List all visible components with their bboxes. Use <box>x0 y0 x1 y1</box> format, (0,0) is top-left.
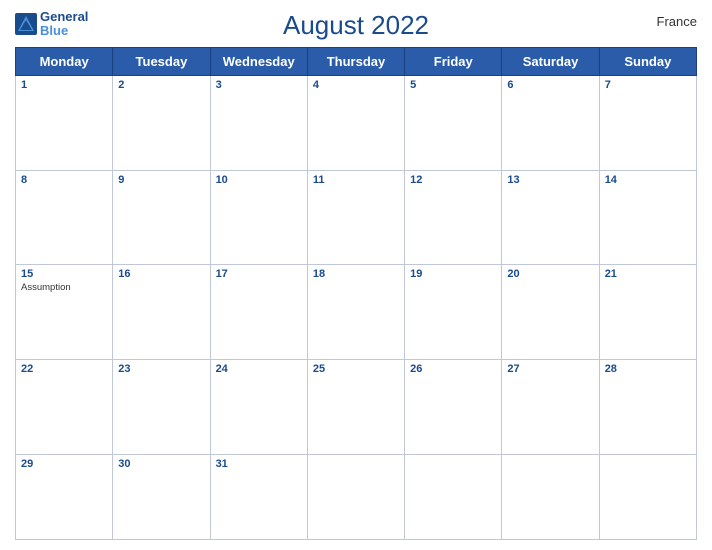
country-label: France <box>657 14 697 29</box>
day-number: 11 <box>313 174 399 186</box>
table-row <box>599 454 696 540</box>
table-row <box>502 454 599 540</box>
logo-line2: Blue <box>40 24 88 38</box>
holiday-label: Assumption <box>21 282 107 293</box>
day-number: 6 <box>507 79 593 91</box>
day-number: 17 <box>216 268 302 280</box>
day-number: 2 <box>118 79 204 91</box>
table-row: 14 <box>599 170 696 265</box>
day-number: 13 <box>507 174 593 186</box>
table-row: 25 <box>307 359 404 454</box>
day-number: 20 <box>507 268 593 280</box>
day-number: 19 <box>410 268 496 280</box>
day-number: 7 <box>605 79 691 91</box>
calendar-table: Monday Tuesday Wednesday Thursday Friday… <box>15 47 697 540</box>
logo-icon <box>15 13 37 35</box>
col-sunday: Sunday <box>599 48 696 76</box>
day-number: 4 <box>313 79 399 91</box>
day-number: 8 <box>21 174 107 186</box>
table-row: 15 Assumption <box>16 265 113 360</box>
table-row: 11 <box>307 170 404 265</box>
table-row: 21 <box>599 265 696 360</box>
col-saturday: Saturday <box>502 48 599 76</box>
day-number: 1 <box>21 79 107 91</box>
logo-line1: General <box>40 10 88 24</box>
table-row: 29 <box>16 454 113 540</box>
table-row: 1 <box>16 76 113 171</box>
table-row: 28 <box>599 359 696 454</box>
table-row: 4 <box>307 76 404 171</box>
table-row <box>405 454 502 540</box>
day-number: 28 <box>605 363 691 375</box>
table-row: 17 <box>210 265 307 360</box>
day-number: 25 <box>313 363 399 375</box>
table-row: 10 <box>210 170 307 265</box>
day-number: 30 <box>118 458 204 470</box>
page-title: August 2022 <box>283 10 429 41</box>
day-number: 22 <box>21 363 107 375</box>
col-thursday: Thursday <box>307 48 404 76</box>
day-number: 31 <box>216 458 302 470</box>
day-number: 10 <box>216 174 302 186</box>
table-row: 6 <box>502 76 599 171</box>
day-number: 16 <box>118 268 204 280</box>
day-number: 14 <box>605 174 691 186</box>
table-row: 20 <box>502 265 599 360</box>
table-row: 24 <box>210 359 307 454</box>
col-tuesday: Tuesday <box>113 48 210 76</box>
table-row: 27 <box>502 359 599 454</box>
day-number: 18 <box>313 268 399 280</box>
table-row: 7 <box>599 76 696 171</box>
calendar-week-row: 89 10 11 12 13 14 <box>16 170 697 265</box>
day-number: 12 <box>410 174 496 186</box>
day-number: 29 <box>21 458 107 470</box>
table-row: 12 <box>405 170 502 265</box>
day-number: 26 <box>410 363 496 375</box>
table-row <box>307 454 404 540</box>
table-row: 16 <box>113 265 210 360</box>
day-number: 21 <box>605 268 691 280</box>
day-number: 15 <box>21 268 107 280</box>
table-row: 18 <box>307 265 404 360</box>
col-wednesday: Wednesday <box>210 48 307 76</box>
table-row: 2 <box>113 76 210 171</box>
day-number: 23 <box>118 363 204 375</box>
table-row: 5 <box>405 76 502 171</box>
day-number: 24 <box>216 363 302 375</box>
weekday-header-row: Monday Tuesday Wednesday Thursday Friday… <box>16 48 697 76</box>
table-row: 31 <box>210 454 307 540</box>
calendar-week-row: 1234567 <box>16 76 697 171</box>
table-row: 23 <box>113 359 210 454</box>
table-row: 3 <box>210 76 307 171</box>
calendar-week-row: 15 Assumption 16 17 18 19 20 21 <box>16 265 697 360</box>
table-row: 9 <box>113 170 210 265</box>
col-friday: Friday <box>405 48 502 76</box>
table-row: 13 <box>502 170 599 265</box>
calendar-week-row: 29 30 31 <box>16 454 697 540</box>
col-monday: Monday <box>16 48 113 76</box>
day-number: 5 <box>410 79 496 91</box>
table-row: 22 <box>16 359 113 454</box>
calendar-header: General Blue August 2022 France <box>15 10 697 41</box>
logo: General Blue <box>15 10 88 39</box>
table-row: 26 <box>405 359 502 454</box>
table-row: 19 <box>405 265 502 360</box>
table-row: 30 <box>113 454 210 540</box>
table-row: 8 <box>16 170 113 265</box>
day-number: 3 <box>216 79 302 91</box>
day-number: 9 <box>118 174 204 186</box>
calendar-week-row: 22 23 24 25 26 27 28 <box>16 359 697 454</box>
day-number: 27 <box>507 363 593 375</box>
